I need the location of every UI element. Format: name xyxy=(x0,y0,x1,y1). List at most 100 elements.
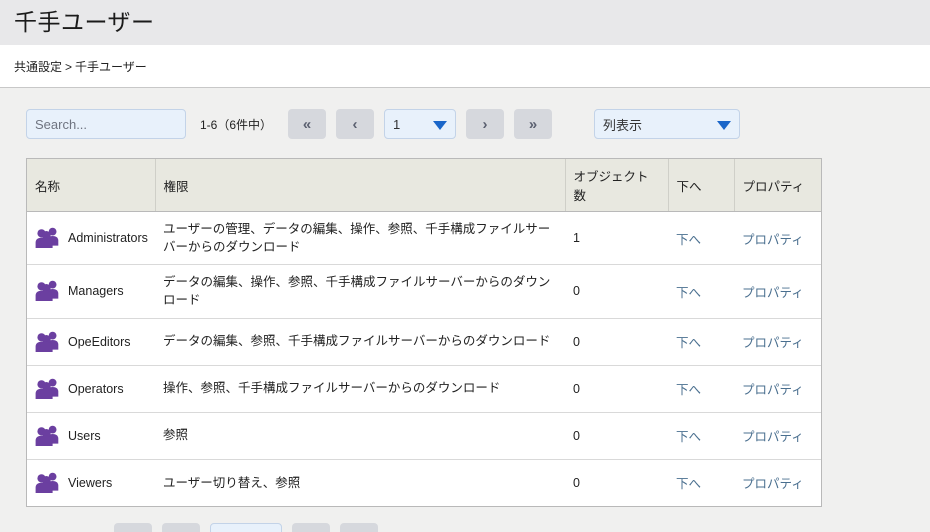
users-table: 名称 権限 オブジェクト数 下へ プロパティ Administrators ユーザ… xyxy=(27,159,821,506)
bottom-last-page-button[interactable]: » xyxy=(340,523,379,532)
cell-object-count: 0 xyxy=(565,318,668,366)
column-header-object-count[interactable]: オブジェクト数 xyxy=(565,159,669,212)
property-link[interactable]: プロパティ xyxy=(742,383,804,397)
cell-property: プロパティ xyxy=(734,459,821,506)
page-number-value: 1 xyxy=(393,116,401,132)
move-down-link[interactable]: 下へ xyxy=(676,336,701,350)
cell-property: プロパティ xyxy=(734,211,821,266)
cell-name: Managers xyxy=(27,264,155,319)
table-row[interactable]: OpeEditors データの編集、参照、千手構成ファイルサーバーからのダウンロー… xyxy=(27,318,821,366)
property-link[interactable]: プロパティ xyxy=(742,286,804,300)
permissions-text: 参照 xyxy=(163,428,189,443)
user-group-icon xyxy=(35,472,59,493)
table-toolbar: 1-6（6件中） « ‹ 1 › » 列表示 xyxy=(0,104,930,144)
title-bar: 千手ユーザー xyxy=(0,0,930,45)
cell-down: 下へ xyxy=(668,365,734,413)
column-display-select[interactable]: 列表示 xyxy=(594,109,741,139)
table-body: Administrators ユーザーの管理、データの編集、操作、参照、千手構成フ… xyxy=(27,211,821,507)
cell-permissions: データの編集、参照、千手構成ファイルサーバーからのダウンロード xyxy=(155,318,565,366)
cell-object-count: 0 xyxy=(565,365,668,413)
cell-down: 下へ xyxy=(668,459,734,506)
property-link[interactable]: プロパティ xyxy=(742,477,804,491)
permissions-text: データの編集、操作、参照、千手構成ファイルサーバーからのダウンロード xyxy=(163,275,551,308)
cell-property: プロパティ xyxy=(734,365,821,413)
page-title: 千手ユーザー xyxy=(14,9,155,35)
property-link[interactable]: プロパティ xyxy=(742,430,804,444)
cell-object-count: 0 xyxy=(565,412,668,460)
prev-page-button[interactable]: ‹ xyxy=(336,109,375,139)
table-row[interactable]: Users 参照 0 下へ プロパティ xyxy=(27,412,821,460)
cell-property: プロパティ xyxy=(734,318,821,366)
user-group-icon xyxy=(35,331,59,352)
bottom-first-page-button[interactable]: « xyxy=(114,523,153,532)
cell-permissions: データの編集、操作、参照、千手構成ファイルサーバーからのダウンロード xyxy=(155,264,565,319)
permissions-text: 操作、参照、千手構成ファイルサーバーからのダウンロード xyxy=(163,381,501,396)
column-header-name[interactable]: 名称 xyxy=(27,159,156,212)
search-input[interactable] xyxy=(26,109,186,139)
table-row[interactable]: Managers データの編集、操作、参照、千手構成ファイルサーバーからのダウンロ… xyxy=(27,264,821,319)
record-range-label: 1-6（6件中） xyxy=(200,117,273,132)
cell-permissions: 操作、参照、千手構成ファイルサーバーからのダウンロード xyxy=(155,365,565,413)
user-group-name: Operators xyxy=(68,381,124,396)
breadcrumb: 共通設定 > 千手ユーザー xyxy=(14,58,147,75)
content-panel: 1-6（6件中） « ‹ 1 › » 列表示 名称 権限 オブジェクト数 下へ … xyxy=(0,88,930,532)
bottom-page-number-select[interactable]: 1 xyxy=(210,523,283,532)
cell-down: 下へ xyxy=(668,211,734,266)
cell-down: 下へ xyxy=(668,318,734,366)
table-row[interactable]: Administrators ユーザーの管理、データの編集、操作、参照、千手構成フ… xyxy=(27,211,821,266)
chevron-down-icon xyxy=(717,121,732,130)
next-page-button[interactable]: › xyxy=(466,109,505,139)
user-group-name: Users xyxy=(68,428,101,443)
breadcrumb-separator: > xyxy=(65,59,73,74)
first-page-button[interactable]: « xyxy=(288,109,327,139)
users-table-container: 名称 権限 オブジェクト数 下へ プロパティ Administrators ユーザ… xyxy=(26,158,822,507)
user-group-name: Viewers xyxy=(68,475,113,490)
move-down-link[interactable]: 下へ xyxy=(676,233,701,247)
breadcrumb-current: 千手ユーザー xyxy=(75,59,147,74)
bottom-prev-page-button[interactable]: ‹ xyxy=(162,523,201,532)
breadcrumb-bar: 共通設定 > 千手ユーザー xyxy=(0,45,930,88)
property-link[interactable]: プロパティ xyxy=(742,336,804,350)
column-header-permissions[interactable]: 権限 xyxy=(155,159,566,212)
cell-property: プロパティ xyxy=(734,412,821,460)
user-group-name: Managers xyxy=(68,284,124,299)
cell-name: OpeEditors xyxy=(27,318,155,366)
move-down-link[interactable]: 下へ xyxy=(676,477,701,491)
cell-name: Viewers xyxy=(27,459,155,506)
user-group-icon xyxy=(35,378,59,399)
table-header: 名称 権限 オブジェクト数 下へ プロパティ xyxy=(27,159,821,212)
bottom-next-page-button[interactable]: › xyxy=(292,523,331,532)
move-down-link[interactable]: 下へ xyxy=(676,286,701,300)
last-page-button[interactable]: » xyxy=(514,109,553,139)
move-down-link[interactable]: 下へ xyxy=(676,383,701,397)
property-link[interactable]: プロパティ xyxy=(742,233,804,247)
breadcrumb-parent[interactable]: 共通設定 xyxy=(14,60,62,74)
permissions-text: ユーザーの管理、データの編集、操作、参照、千手構成ファイルサーバーからのダウンロ… xyxy=(163,222,551,255)
cell-name: Operators xyxy=(27,365,155,413)
user-group-icon xyxy=(35,425,59,446)
column-header-property[interactable]: プロパティ xyxy=(734,159,821,212)
user-group-name: Administrators xyxy=(68,231,148,246)
chevron-down-icon xyxy=(433,121,448,130)
permissions-text: データの編集、参照、千手構成ファイルサーバーからのダウンロード xyxy=(163,334,551,349)
column-header-down[interactable]: 下へ xyxy=(668,159,735,212)
cell-permissions: ユーザーの管理、データの編集、操作、参照、千手構成ファイルサーバーからのダウンロ… xyxy=(155,211,565,266)
column-display-label: 列表示 xyxy=(603,117,643,133)
page-number-select[interactable]: 1 xyxy=(384,109,457,139)
cell-name: Users xyxy=(27,412,155,460)
cell-property: プロパティ xyxy=(734,264,821,319)
table-row[interactable]: Operators 操作、参照、千手構成ファイルサーバーからのダウンロード 0 下へ プ… xyxy=(27,365,821,413)
user-group-icon xyxy=(35,281,59,302)
move-down-link[interactable]: 下へ xyxy=(676,430,701,444)
cell-object-count: 1 xyxy=(565,211,668,266)
bottom-pager: 1-6（6件中） « ‹ 1 › » xyxy=(0,507,930,532)
cell-name: Administrators xyxy=(27,211,155,266)
cell-object-count: 0 xyxy=(573,475,580,490)
cell-down: 下へ xyxy=(668,264,734,319)
cell-permissions: ユーザー切り替え、参照 xyxy=(155,459,565,506)
table-row[interactable]: Viewers ユーザー切り替え、参照 0 下へ プロパティ xyxy=(27,459,821,506)
cell-permissions: 参照 xyxy=(155,412,565,460)
user-group-icon xyxy=(35,227,59,249)
table-header-row: 名称 権限 オブジェクト数 下へ プロパティ xyxy=(27,159,821,212)
user-group-name: OpeEditors xyxy=(68,334,131,349)
